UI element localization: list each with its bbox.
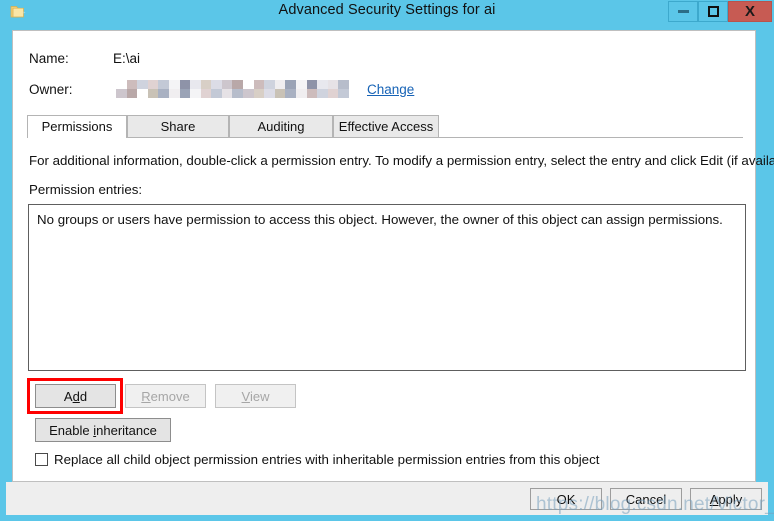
apply-button[interactable]: Apply (690, 488, 762, 510)
remove-button-label: Remove (141, 388, 190, 404)
enable-inheritance-button-label: Enable inheritance (49, 422, 157, 438)
permission-entries-empty-message: No groups or users have permission to ac… (37, 212, 723, 227)
replace-child-permissions-row[interactable]: Replace all child object permission entr… (35, 452, 599, 467)
maximize-button[interactable] (698, 1, 728, 22)
tab-auditing-label: Auditing (257, 119, 305, 134)
add-button[interactable]: Add (35, 384, 116, 408)
enable-inheritance-button[interactable]: Enable inheritance (35, 418, 171, 442)
minimize-icon (677, 10, 689, 13)
tab-permissions[interactable]: Permissions (27, 115, 127, 138)
owner-value-redacted (116, 80, 349, 98)
maximize-icon (707, 6, 719, 17)
permission-entries-label: Permission entries: (29, 182, 143, 197)
tab-effective-access[interactable]: Effective Access (333, 115, 439, 138)
change-owner-link[interactable]: Change (367, 82, 414, 97)
permission-entries-list[interactable]: No groups or users have permission to ac… (28, 204, 746, 371)
add-button-label: Add (63, 388, 88, 404)
instruction-text: For additional information, double-click… (29, 153, 774, 168)
cancel-button[interactable]: Cancel (610, 488, 682, 510)
tab-permissions-label: Permissions (41, 119, 113, 134)
close-icon: X (744, 3, 755, 20)
view-button[interactable]: View (215, 384, 296, 408)
remove-button[interactable]: Remove (125, 384, 206, 408)
apply-button-label: Apply (709, 491, 743, 507)
tab-auditing[interactable]: Auditing (229, 115, 333, 138)
tab-strip-divider (27, 137, 743, 138)
name-label: Name: (29, 51, 69, 66)
active-tab-divider-mask (28, 137, 126, 138)
advanced-security-settings-window: Advanced Security Settings for ai X Name… (0, 0, 774, 521)
replace-child-permissions-checkbox[interactable] (35, 453, 48, 466)
tab-share[interactable]: Share (127, 115, 229, 138)
tab-share-label: Share (160, 119, 196, 134)
ok-button[interactable]: OK (530, 488, 602, 510)
owner-label: Owner: (29, 82, 73, 97)
tab-strip: Permissions Share Auditing Effective Acc… (27, 115, 743, 138)
dialog-content-panel: Name: E:\ai Owner: Change Permissions Sh… (12, 30, 774, 482)
tab-effective-access-label: Effective Access (338, 119, 434, 134)
window-title: Advanced Security Settings for ai (278, 2, 496, 18)
replace-child-permissions-label: Replace all child object permission entr… (54, 452, 600, 467)
dialog-footer: OK Cancel Apply (6, 482, 768, 515)
name-value: E:\ai (113, 51, 141, 66)
view-button-label: View (241, 388, 270, 404)
close-button[interactable]: X (728, 1, 772, 22)
title-bar: Advanced Security Settings for ai X (0, 0, 774, 24)
minimize-button[interactable] (668, 1, 698, 22)
